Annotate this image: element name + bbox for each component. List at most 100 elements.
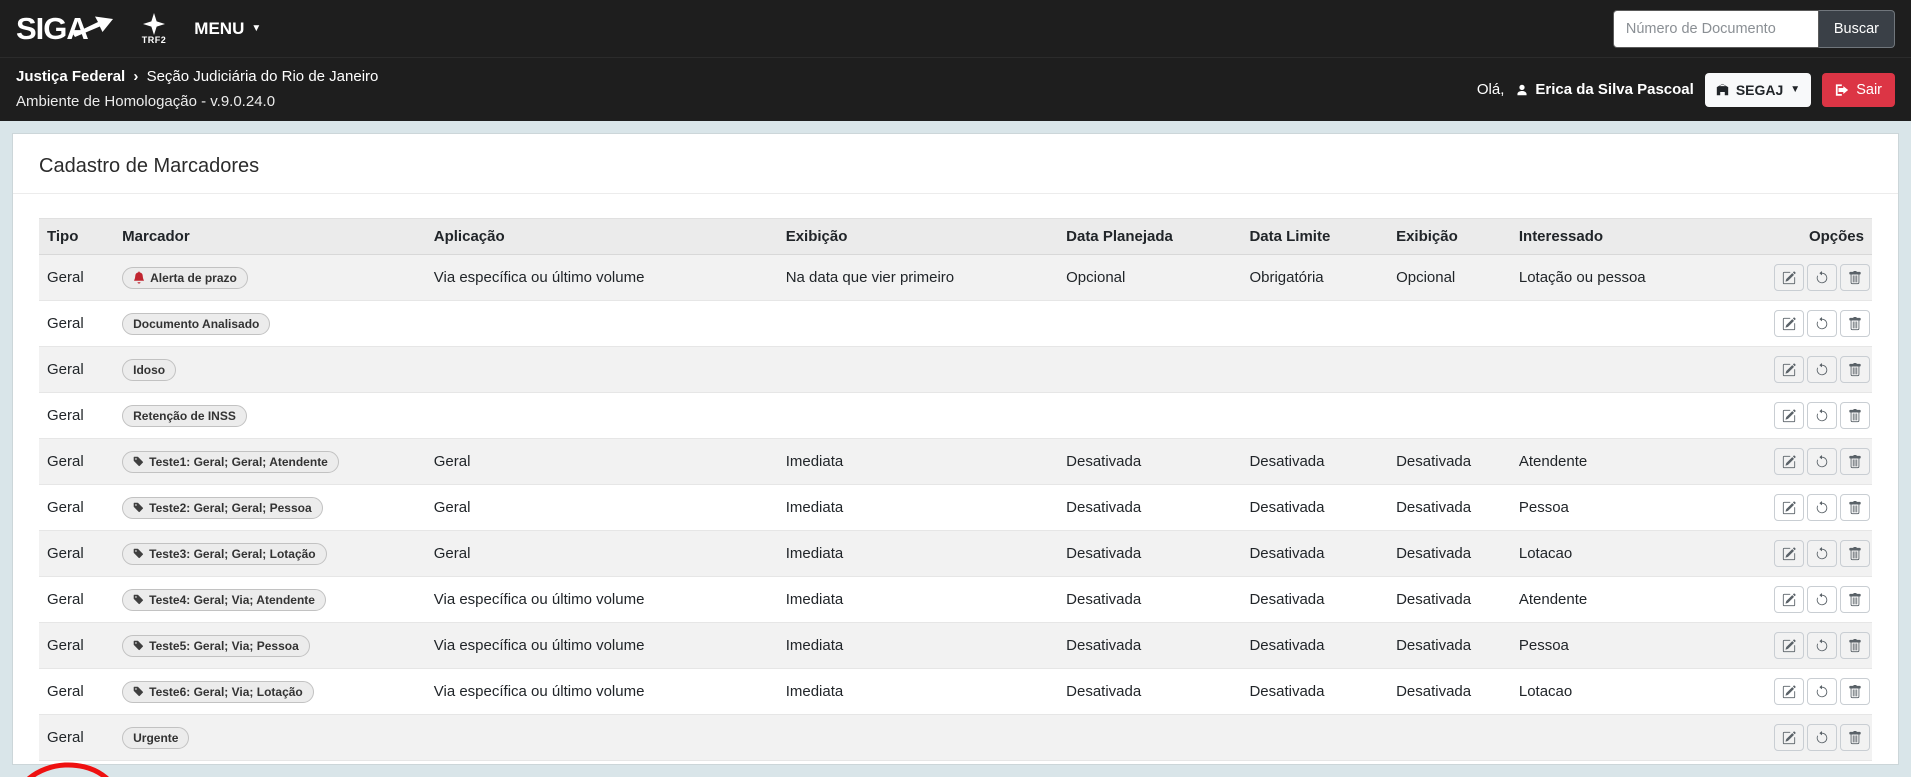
page-content: Cadastro de Marcadores TipoMarcadorAplic… [0,121,1911,777]
cell-exibicao: Imediata [778,669,1058,715]
edit-icon [1782,455,1796,469]
breadcrumb-root[interactable]: Justiça Federal [16,68,125,85]
delete-button[interactable] [1840,310,1870,337]
tag-icon [133,456,144,467]
history-button[interactable] [1807,586,1837,613]
column-header: Exibição [1388,219,1511,255]
cell-exibicao: Imediata [778,577,1058,623]
table-body: GeralAlerta de prazoVia específica ou úl… [39,255,1872,761]
cell-data-limite: Desativada [1241,577,1388,623]
cell-interessado: Lotação ou pessoa [1511,255,1757,301]
cell-data-planejada: Desativada [1058,485,1241,531]
trash-icon [1848,547,1862,561]
cell-exibicao-2 [1388,715,1511,761]
cell-data-limite: Desativada [1241,623,1388,669]
menu-button[interactable]: MENU ▼ [194,19,261,39]
edit-button[interactable] [1774,448,1804,475]
cell-interessado: Lotacao [1511,669,1757,715]
edit-button[interactable] [1774,678,1804,705]
column-header: Marcador [114,219,426,255]
trash-icon [1848,363,1862,377]
edit-button[interactable] [1774,356,1804,383]
marcador-badge: Documento Analisado [122,313,270,335]
edit-icon [1782,731,1796,745]
cell-tipo: Geral [39,255,114,301]
history-button[interactable] [1807,724,1837,751]
delete-button[interactable] [1840,724,1870,751]
edit-button[interactable] [1774,310,1804,337]
person-icon [1515,83,1529,97]
edit-button[interactable] [1774,540,1804,567]
delete-button[interactable] [1840,264,1870,291]
table-row: GeralUrgente [39,715,1872,761]
column-header: Interessado [1511,219,1757,255]
search-button[interactable]: Buscar [1819,10,1895,48]
cell-interessado: Pessoa [1511,623,1757,669]
cell-interessado: Atendente [1511,439,1757,485]
table-row: GeralTeste6: Geral; Via; LotaçãoVia espe… [39,669,1872,715]
cell-exibicao-2: Desativada [1388,485,1511,531]
document-search-input[interactable] [1613,10,1819,48]
history-button[interactable] [1807,448,1837,475]
delete-button[interactable] [1840,586,1870,613]
history-button[interactable] [1807,402,1837,429]
history-button[interactable] [1807,678,1837,705]
marcador-badge: Teste1: Geral; Geral; Atendente [122,451,339,473]
cell-exibicao [778,347,1058,393]
edit-button[interactable] [1774,724,1804,751]
cell-opcoes [1756,669,1872,715]
bell-icon [133,271,145,284]
edit-button[interactable] [1774,402,1804,429]
delete-button[interactable] [1840,540,1870,567]
history-button[interactable] [1807,264,1837,291]
cell-interessado [1511,347,1757,393]
history-button[interactable] [1807,356,1837,383]
greeting-label: Olá, [1477,81,1505,98]
table-row: GeralTeste2: Geral; Geral; PessoaGeralIm… [39,485,1872,531]
cell-data-planejada: Desativada [1058,531,1241,577]
cell-exibicao [778,715,1058,761]
edit-button[interactable] [1774,264,1804,291]
cell-tipo: Geral [39,531,114,577]
history-button[interactable] [1807,632,1837,659]
cell-marcador: Teste3: Geral; Geral; Lotação [114,531,426,577]
delete-button[interactable] [1840,678,1870,705]
annotation-ellipse [13,762,121,777]
cell-exibicao-2 [1388,347,1511,393]
marcador-badge: Retenção de INSS [122,405,247,427]
trash-icon [1848,271,1862,285]
edit-icon [1782,547,1796,561]
history-button[interactable] [1807,310,1837,337]
edit-button[interactable] [1774,586,1804,613]
cell-exibicao-2: Desativada [1388,531,1511,577]
cell-interessado [1511,393,1757,439]
trash-icon [1848,409,1862,423]
history-button[interactable] [1807,494,1837,521]
cell-aplicacao [426,301,778,347]
cell-opcoes [1756,347,1872,393]
delete-button[interactable] [1840,448,1870,475]
delete-button[interactable] [1840,402,1870,429]
logout-button[interactable]: Sair [1822,73,1895,107]
edit-button[interactable] [1774,632,1804,659]
cell-opcoes [1756,715,1872,761]
delete-button[interactable] [1840,356,1870,383]
org-unit-button[interactable]: SEGAJ ▼ [1705,73,1811,107]
delete-button[interactable] [1840,632,1870,659]
cell-opcoes [1756,485,1872,531]
delete-button[interactable] [1840,494,1870,521]
cell-marcador: Urgente [114,715,426,761]
edit-icon [1782,271,1796,285]
cell-marcador: Retenção de INSS [114,393,426,439]
marcador-badge: Alerta de prazo [122,267,248,289]
caret-down-icon: ▼ [251,23,261,34]
siga-logo[interactable]: SIGA [16,13,114,44]
edit-button[interactable] [1774,494,1804,521]
page-title: Cadastro de Marcadores [39,155,1872,178]
history-button[interactable] [1807,540,1837,567]
cell-exibicao [778,301,1058,347]
cell-data-limite: Desativada [1241,439,1388,485]
trash-icon [1848,593,1862,607]
undo-icon [1815,455,1829,469]
topbar: SIGA TRF2 MENU ▼ Buscar [0,0,1911,57]
